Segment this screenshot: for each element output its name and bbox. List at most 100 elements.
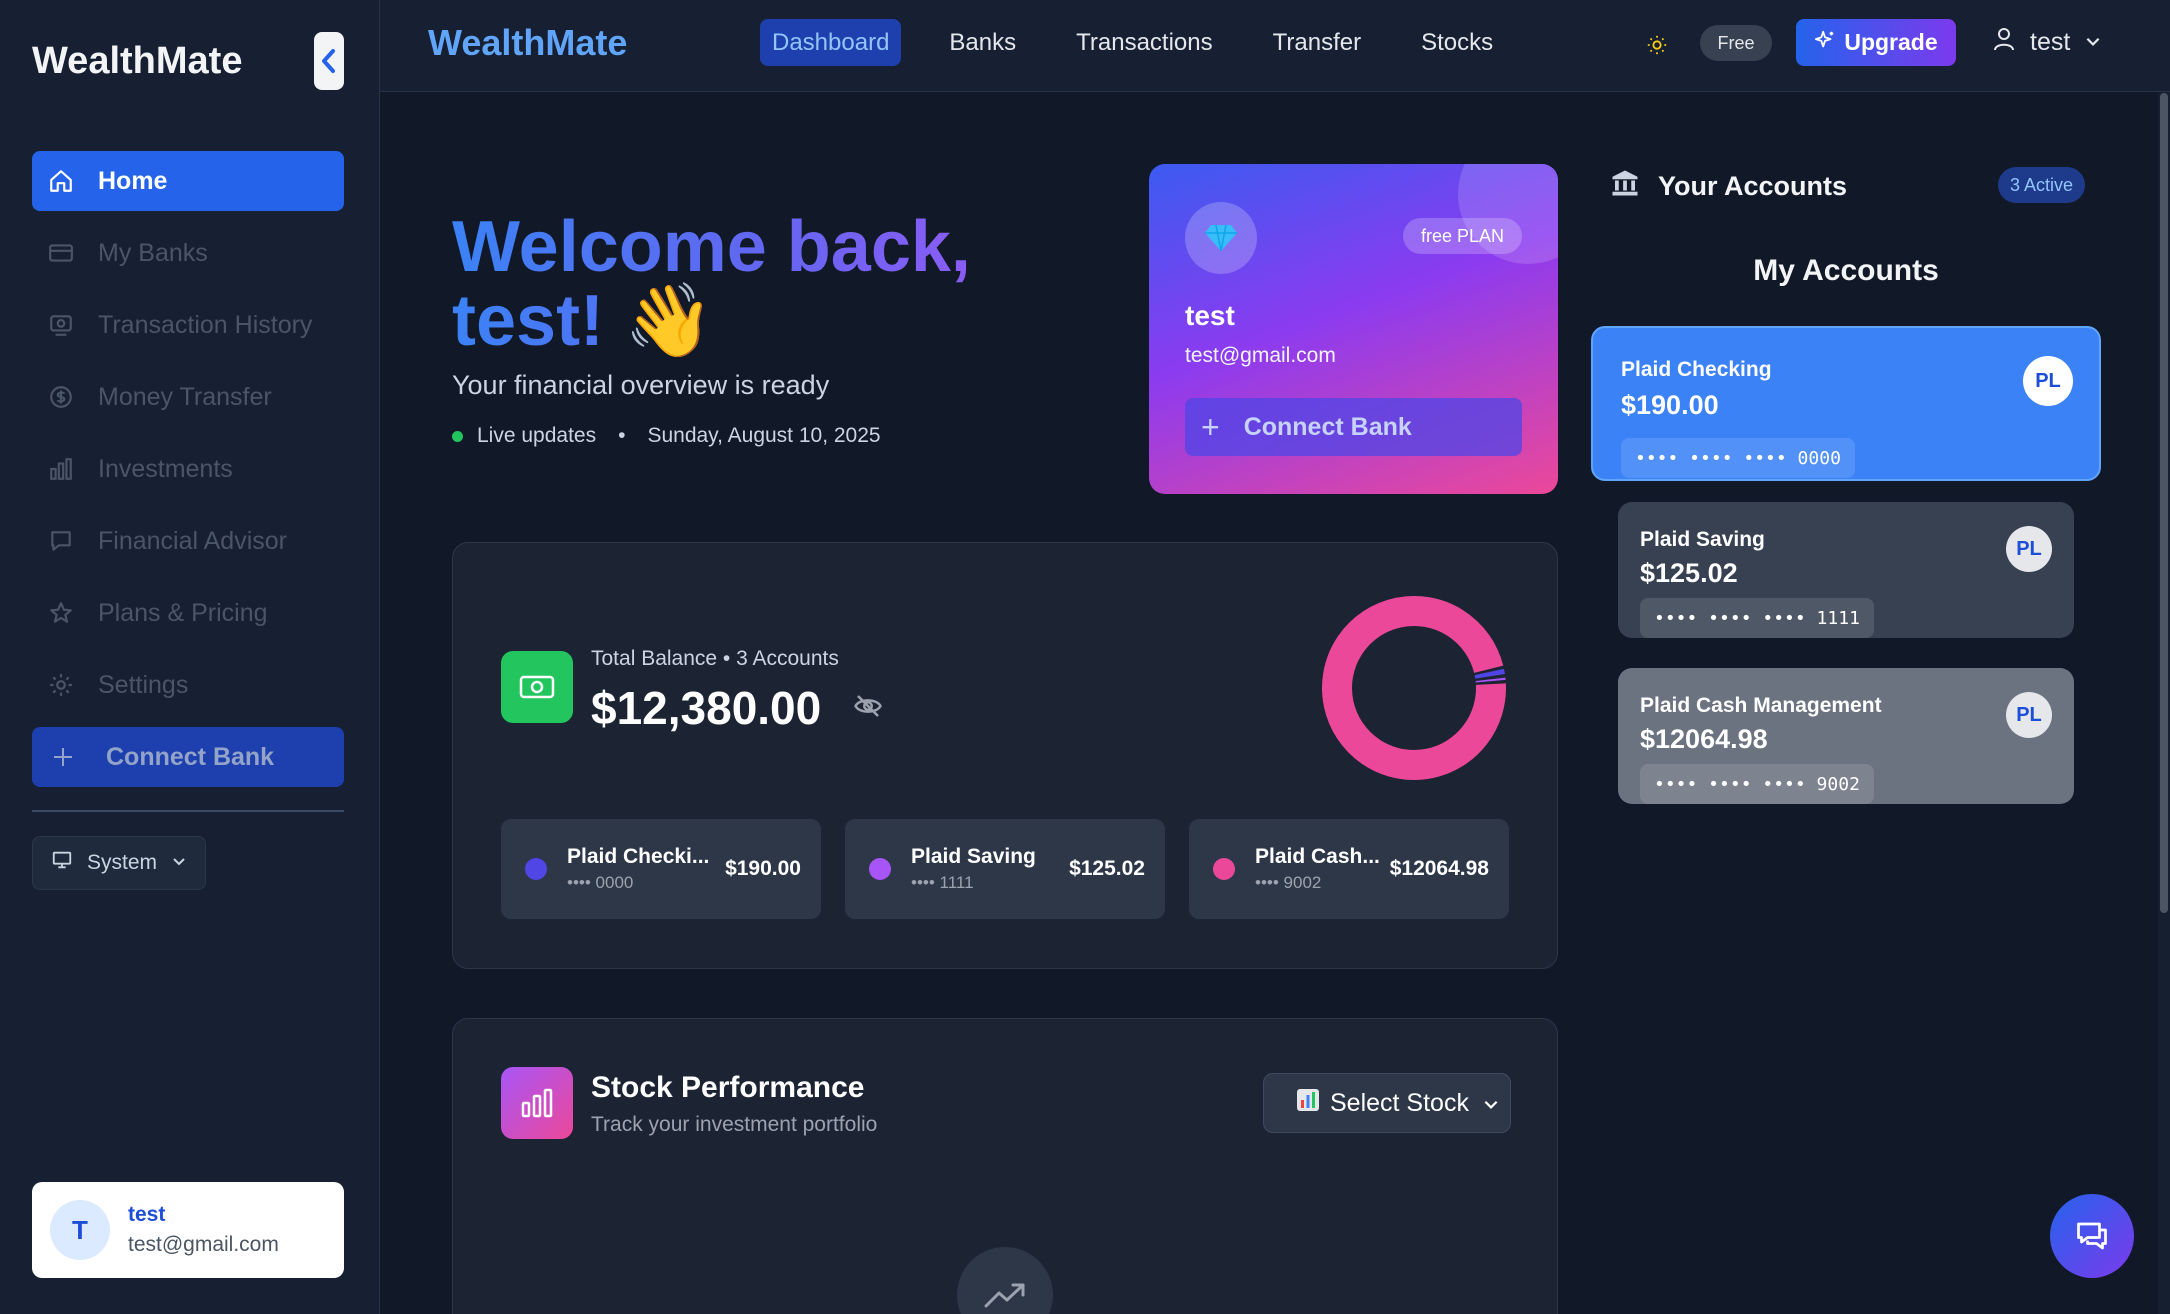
account-name: Plaid Checki... xyxy=(567,845,710,868)
account-summary-item[interactable]: Plaid Checki... •••• 0000 $190.00 xyxy=(501,819,821,919)
account-card-cash-management[interactable]: Plaid Cash Management $12064.98 •••• •••… xyxy=(1618,668,2074,804)
chevron-down-icon xyxy=(171,851,187,875)
sidebar-item-label: Investments xyxy=(98,454,233,483)
connect-bank-label: Connect Bank xyxy=(1243,412,1412,441)
separator-dot: • xyxy=(618,424,626,447)
profile-name: test xyxy=(1185,300,1235,331)
receipt-icon xyxy=(46,310,76,340)
dollar-circle-icon xyxy=(46,382,76,412)
sidebar-item-settings[interactable]: Settings xyxy=(32,655,344,715)
sidebar-item-label: Transaction History xyxy=(98,310,313,339)
avatar: T xyxy=(50,1200,110,1260)
balance-accounts-list: Plaid Checki... •••• 0000 $190.00 Plaid … xyxy=(501,819,1509,919)
plan-badge: free PLAN xyxy=(1402,218,1522,254)
welcome-line-2: test! xyxy=(452,281,605,361)
account-summary-item[interactable]: Plaid Cash... •••• 9002 $12064.98 xyxy=(1189,819,1509,919)
account-card-checking[interactable]: Plaid Checking $190.00 •••• •••• •••• 00… xyxy=(1591,326,2101,481)
account-mask: •••• •••• •••• 0000 xyxy=(1621,438,1855,478)
user-name: test xyxy=(128,1203,166,1226)
account-amount: $12064.98 xyxy=(1389,857,1489,880)
welcome-heading: Welcome back, test! 👋 xyxy=(452,210,971,358)
top-bar: WealthMate Dashboard Banks Transactions … xyxy=(380,0,2170,92)
account-color-dot xyxy=(869,858,891,880)
top-nav: Dashboard Banks Transactions Transfer St… xyxy=(760,19,1541,66)
chart-emoji-icon xyxy=(1296,1088,1320,1119)
sidebar-item-plans-pricing[interactable]: Plans & Pricing xyxy=(32,583,344,643)
nav-stocks[interactable]: Stocks xyxy=(1409,19,1505,66)
theme-select-label: System xyxy=(87,851,158,874)
chat-icon xyxy=(46,526,76,556)
bar-chart-icon xyxy=(46,454,76,484)
plus-icon xyxy=(48,742,78,772)
select-stock-label: Select Stock xyxy=(1330,1088,1469,1117)
collapse-sidebar-button[interactable] xyxy=(314,32,344,90)
plan-badge: Free xyxy=(1700,25,1772,61)
account-amount: $125.02 xyxy=(1069,857,1145,880)
account-name: Plaid Saving xyxy=(911,845,1036,868)
current-date: Sunday, August 10, 2025 xyxy=(647,424,881,447)
account-color-dot xyxy=(525,858,547,880)
connect-bank-button[interactable]: + Connect Bank xyxy=(1185,398,1522,456)
nav-dashboard[interactable]: Dashboard xyxy=(760,19,902,66)
user-email: test@gmail.com xyxy=(128,1233,279,1256)
chat-bubble-icon xyxy=(2077,1222,2107,1250)
profile-card: free PLAN test test@gmail.com + Connect … xyxy=(1149,164,1558,494)
sidebar-brand: WealthMate xyxy=(32,40,243,82)
sidebar-connect-bank-button[interactable]: Connect Bank xyxy=(32,727,344,787)
sidebar-item-money-transfer[interactable]: Money Transfer xyxy=(32,367,344,427)
overview-subtitle: Your financial overview is ready xyxy=(452,370,830,400)
live-label: Live updates xyxy=(477,424,597,447)
welcome-line-1: Welcome back, xyxy=(452,207,971,287)
sparkle-icon xyxy=(1814,29,1836,57)
user-menu[interactable]: test xyxy=(1992,26,2102,59)
connect-bank-label: Connect Bank xyxy=(106,742,275,771)
gear-icon xyxy=(46,670,76,700)
scrollbar-thumb[interactable] xyxy=(2160,93,2168,913)
nav-transfer[interactable]: Transfer xyxy=(1261,19,1373,66)
monitor-icon xyxy=(51,849,73,877)
nav-banks[interactable]: Banks xyxy=(937,19,1028,66)
sidebar-item-home[interactable]: Home xyxy=(32,151,344,211)
bar-chart-icon xyxy=(501,1067,573,1139)
bank-icon xyxy=(1610,168,1640,205)
account-amount: $190.00 xyxy=(725,857,801,880)
theme-select[interactable]: System xyxy=(32,836,206,890)
account-amount: $12064.98 xyxy=(1640,724,1768,754)
sidebar-item-label: Money Transfer xyxy=(98,382,272,411)
account-mask: •••• 1111 xyxy=(911,873,974,892)
stock-performance-card: Stock Performance Track your investment … xyxy=(452,1018,1558,1314)
sidebar-item-label: Settings xyxy=(98,670,189,699)
total-balance-card: Total Balance • 3 Accounts $12,380.00 Pl… xyxy=(452,542,1558,969)
topbar-brand[interactable]: WealthMate xyxy=(428,22,627,64)
account-mask: •••• •••• •••• 9002 xyxy=(1640,764,1874,804)
eye-off-icon[interactable] xyxy=(853,691,883,726)
account-summary-item[interactable]: Plaid Saving •••• 1111 $125.02 xyxy=(845,819,1165,919)
account-logo: PL xyxy=(2006,526,2052,572)
sun-icon[interactable] xyxy=(1642,30,1672,60)
nav-transactions[interactable]: Transactions xyxy=(1064,19,1225,66)
donut-segment xyxy=(1322,596,1506,780)
sidebar-nav: Home My Banks Transaction History Money … xyxy=(32,151,344,799)
trend-up-icon xyxy=(957,1247,1053,1314)
your-accounts-header: Your Accounts xyxy=(1610,168,1847,205)
balance-label: Total Balance • 3 Accounts xyxy=(591,647,839,670)
user-icon xyxy=(1992,26,2016,59)
sidebar-item-financial-advisor[interactable]: Financial Advisor xyxy=(32,511,344,571)
account-card-saving[interactable]: Plaid Saving $125.02 •••• •••• •••• 1111… xyxy=(1618,502,2074,638)
account-logo: PL xyxy=(2023,356,2073,406)
chat-assistant-button[interactable] xyxy=(2050,1194,2134,1278)
upgrade-button[interactable]: Upgrade xyxy=(1796,19,1956,66)
sidebar-item-my-banks[interactable]: My Banks xyxy=(32,223,344,283)
account-mask: •••• 0000 xyxy=(567,873,634,892)
sidebar-user-card[interactable]: T test test@gmail.com xyxy=(32,1182,344,1278)
sidebar: WealthMate Home My Banks Transaction His… xyxy=(0,0,380,1314)
star-icon xyxy=(46,598,76,628)
account-amount: $125.02 xyxy=(1640,558,1738,588)
chevron-left-icon xyxy=(322,49,335,73)
account-mask: •••• •••• •••• 1111 xyxy=(1640,598,1874,638)
sidebar-item-investments[interactable]: Investments xyxy=(32,439,344,499)
account-name: Plaid Cash... xyxy=(1255,845,1380,868)
select-stock-dropdown[interactable]: Select Stock xyxy=(1263,1073,1511,1133)
sidebar-item-label: My Banks xyxy=(98,238,208,267)
sidebar-item-transaction-history[interactable]: Transaction History xyxy=(32,295,344,355)
